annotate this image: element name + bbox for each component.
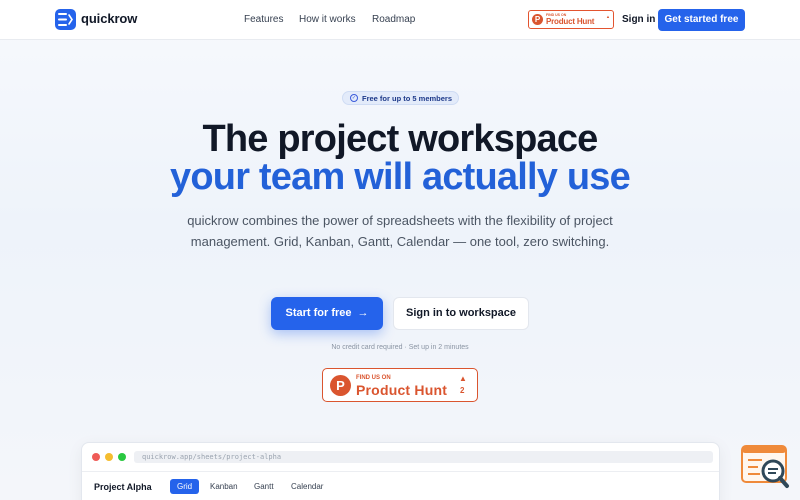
preview-project-title: Project Alpha [94, 482, 152, 492]
product-hunt-badge-small[interactable]: P FIND US ON Product Hunt ▲ [528, 10, 614, 29]
window-close-dot [92, 453, 100, 461]
tab-grid[interactable]: Grid [170, 479, 200, 494]
product-hunt-badge[interactable]: P FIND US ON Product Hunt ▲ 2 [322, 368, 478, 402]
product-hunt-icon: P [330, 375, 351, 396]
badge-label: Free for up to 5 members [362, 94, 453, 103]
sign-in-link[interactable]: Sign in [622, 14, 655, 25]
get-started-button[interactable]: Get started free [658, 9, 745, 31]
sign-in-workspace-button[interactable]: Sign in to workspace [393, 297, 529, 330]
product-hunt-name: Product Hunt [356, 382, 448, 398]
window-maximize-dot [118, 453, 126, 461]
nav-link-roadmap[interactable]: Roadmap [372, 14, 415, 25]
brand-name[interactable]: quickrow [81, 11, 137, 26]
upvote-icon: ▲ [606, 14, 610, 19]
tab-kanban[interactable]: Kanban [210, 479, 238, 494]
preview-divider [82, 471, 719, 472]
hero-title-line2: your team will actually use [170, 156, 631, 198]
hero-subtitle: quickrow combines the power of spreadshe… [187, 213, 613, 249]
preview-url-bar: quickrow.app/sheets/project-alpha [134, 451, 713, 463]
start-for-free-button[interactable]: Start for free → [271, 297, 383, 330]
app-preview-window: quickrow.app/sheets/project-alpha Projec… [81, 442, 720, 500]
nav-link-features[interactable]: Features [244, 14, 283, 25]
start-for-free-label: Start for free [285, 307, 352, 319]
tab-gantt[interactable]: Gantt [254, 479, 274, 494]
check-circle-icon: ✓ [350, 94, 358, 102]
search-chat-icon[interactable] [740, 444, 792, 490]
product-hunt-name: Product Hunt [546, 17, 595, 26]
hero-title-line1: The project workspace [202, 118, 598, 160]
window-minimize-dot [105, 453, 113, 461]
no-credit-card-note: No credit card required · Set up in 2 mi… [331, 344, 469, 351]
upvote-count: 2 [460, 386, 465, 395]
logo-icon[interactable] [55, 9, 76, 30]
product-hunt-icon: P [532, 14, 543, 25]
arrow-right-icon: → [357, 307, 369, 319]
nav-link-how-it-works[interactable]: How it works [299, 14, 356, 25]
tab-calendar[interactable]: Calendar [291, 479, 323, 494]
product-hunt-find-label: FIND US ON [356, 375, 391, 381]
free-members-badge: ✓ Free for up to 5 members [342, 91, 459, 105]
upvote-icon: ▲ [459, 374, 467, 383]
top-navigation: quickrow Features How it works Roadmap P… [0, 0, 800, 40]
